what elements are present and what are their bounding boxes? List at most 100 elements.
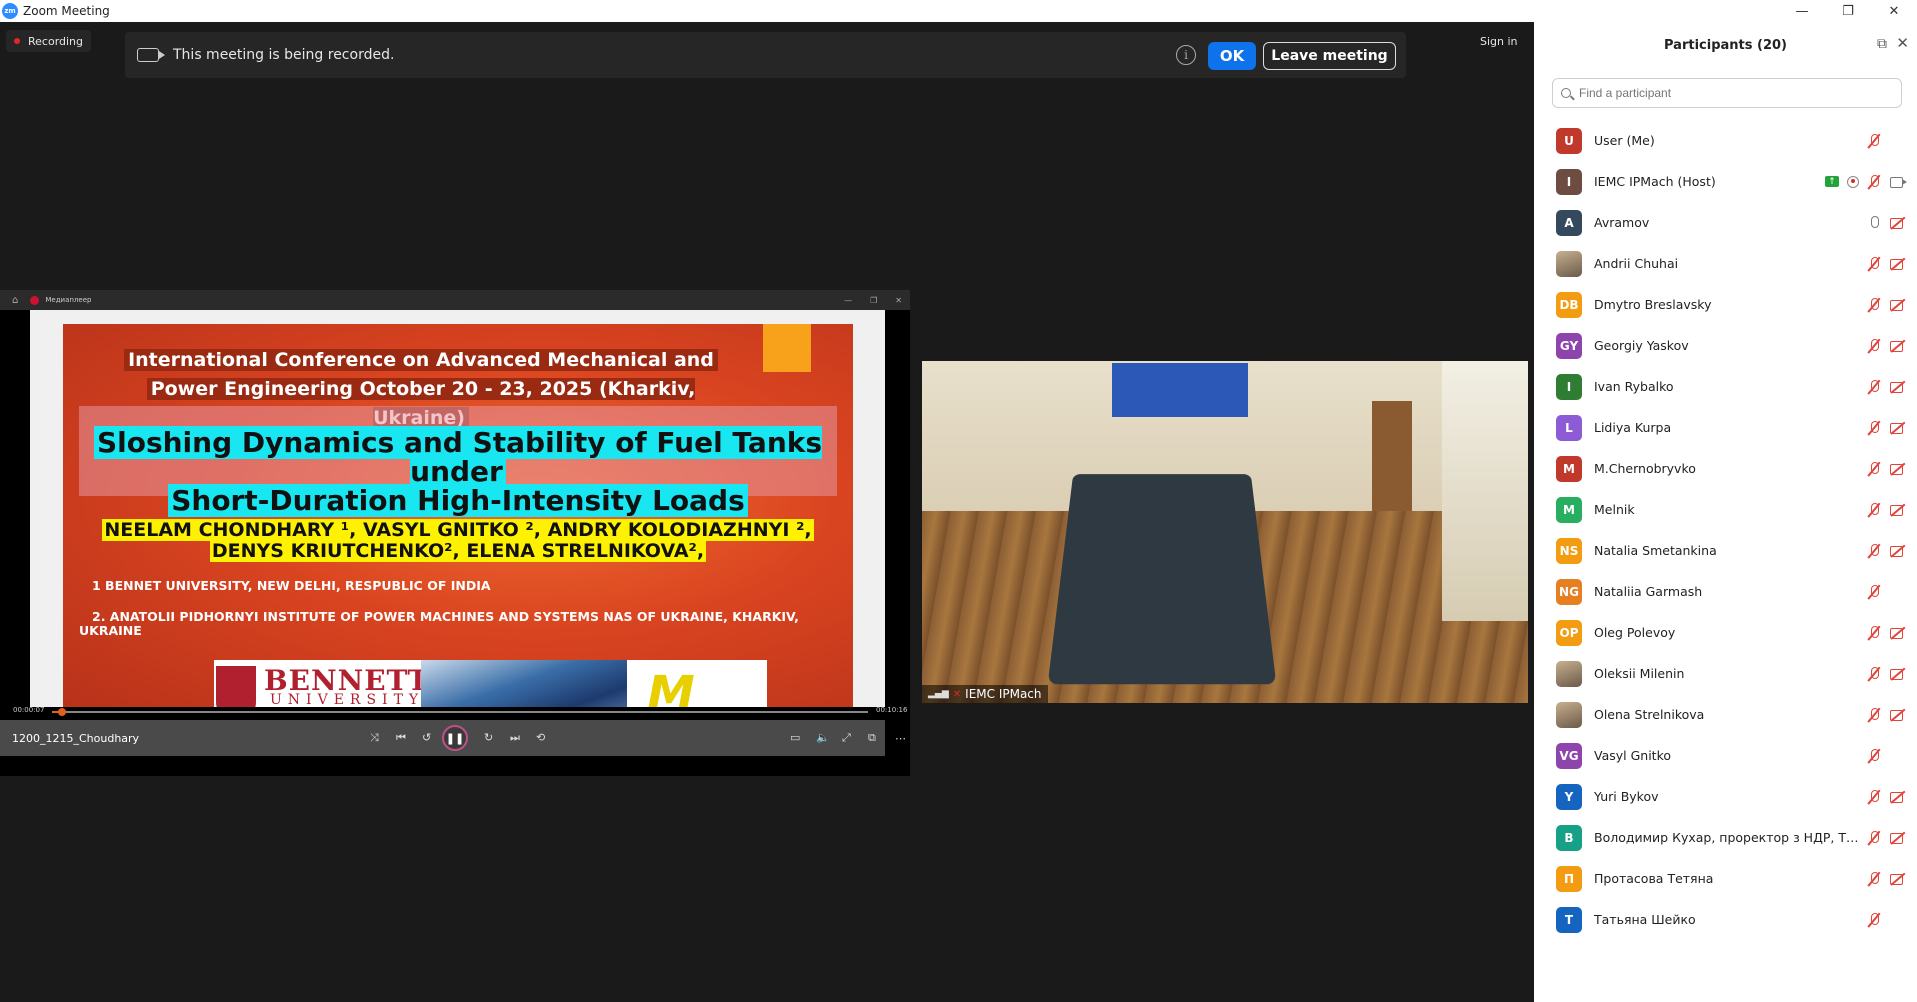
miniplayer-icon[interactable]: ⧉ xyxy=(868,731,876,745)
mic-muted-icon[interactable] xyxy=(1867,830,1881,846)
leave-meeting-button[interactable]: Leave meeting xyxy=(1263,42,1396,70)
participant-row[interactable]: M M.Chernobryvko xyxy=(1534,448,1917,489)
participant-row[interactable]: Olena Strelnikova xyxy=(1534,694,1917,735)
video-off-icon[interactable] xyxy=(1889,503,1907,517)
mic-muted-icon[interactable] xyxy=(1867,133,1881,149)
video-off-icon[interactable] xyxy=(1889,380,1907,394)
video-off-icon[interactable] xyxy=(1889,708,1907,722)
forward-icon[interactable]: ↻ xyxy=(484,731,493,744)
video-off-icon[interactable] xyxy=(1889,257,1907,271)
rewind-icon[interactable]: ↺ xyxy=(422,731,431,744)
player-close-icon[interactable]: ✕ xyxy=(895,296,902,305)
participant-row[interactable]: I IEMC IPMach (Host) ↑ xyxy=(1534,161,1917,202)
mic-icon[interactable] xyxy=(1867,215,1881,231)
participant-name: Olena Strelnikova xyxy=(1594,707,1705,722)
participant-name: Володимир Кухар, проректор з НДР, ТОВ ..… xyxy=(1594,830,1864,845)
participant-row[interactable]: NS Natalia Smetankina xyxy=(1534,530,1917,571)
authors: NEELAM CHONDHARY ¹, VASYL GNITKO ², ANDR… xyxy=(63,519,853,562)
video-off-icon[interactable] xyxy=(1889,544,1907,558)
participant-row[interactable]: DB Dmytro Breslavsky xyxy=(1534,284,1917,325)
shared-screen: ⌂ Медиаплеер — ❐ ✕ International Confere… xyxy=(0,290,910,776)
pause-button[interactable]: ❚❚ xyxy=(442,725,468,751)
close-button[interactable]: ✕ xyxy=(1871,0,1917,22)
participant-row[interactable]: NG Nataliia Garmash xyxy=(1534,571,1917,612)
fullscreen-icon[interactable]: ⤢ xyxy=(842,731,851,745)
mic-muted-icon[interactable] xyxy=(1867,625,1881,641)
participant-search-input[interactable] xyxy=(1579,86,1879,100)
participant-row[interactable]: OP Oleg Polevoy xyxy=(1534,612,1917,653)
participant-status-icons xyxy=(1867,543,1907,559)
player-minimize-icon[interactable]: — xyxy=(844,296,852,305)
recording-indicator[interactable]: Recording xyxy=(6,30,92,52)
mic-muted-icon[interactable] xyxy=(1867,420,1881,436)
avatar: Т xyxy=(1556,906,1582,933)
sign-in-link[interactable]: Sign in xyxy=(1480,35,1518,48)
mic-muted-icon[interactable] xyxy=(1867,871,1881,887)
mic-muted-icon[interactable] xyxy=(1867,297,1881,313)
video-off-icon[interactable] xyxy=(1889,298,1907,312)
participant-name: Georgiy Yaskov xyxy=(1594,338,1689,353)
video-off-icon[interactable] xyxy=(1889,790,1907,804)
participant-row[interactable]: Oleksii Milenin xyxy=(1534,653,1917,694)
video-off-icon[interactable] xyxy=(1889,626,1907,640)
avatar: Y xyxy=(1556,783,1582,810)
authors-line1: NEELAM CHONDHARY ¹, VASYL GNITKO ², ANDR… xyxy=(102,519,814,541)
mic-muted-icon[interactable] xyxy=(1867,584,1881,600)
mic-muted-icon[interactable] xyxy=(1867,912,1881,928)
player-restore-icon[interactable]: ❐ xyxy=(870,296,877,305)
close-panel-icon[interactable]: ✕ xyxy=(1896,34,1909,52)
video-camera-icon[interactable] xyxy=(1889,175,1907,189)
shuffle-icon[interactable]: ⤨ xyxy=(370,731,379,745)
video-off-icon[interactable] xyxy=(1889,667,1907,681)
video-off-icon[interactable] xyxy=(1889,872,1907,886)
mic-muted-icon[interactable] xyxy=(1867,256,1881,272)
participant-row[interactable]: M Melnik xyxy=(1534,489,1917,530)
mic-muted-icon[interactable] xyxy=(1867,543,1881,559)
seek-handle[interactable] xyxy=(57,708,66,716)
participant-row[interactable]: Y Yuri Bykov xyxy=(1534,776,1917,817)
participant-row[interactable]: I Ivan Rybalko xyxy=(1534,366,1917,407)
participant-name: Oleg Polevoy xyxy=(1594,625,1676,640)
participant-row[interactable]: A Avramov xyxy=(1534,202,1917,243)
mic-muted-icon[interactable] xyxy=(1867,338,1881,354)
participant-status-icons xyxy=(1867,666,1907,682)
mic-muted-icon[interactable] xyxy=(1867,666,1881,682)
subtitles-icon[interactable]: ▭ xyxy=(790,731,800,744)
avatar xyxy=(1556,250,1582,277)
volume-icon[interactable]: 🔈 xyxy=(816,731,830,744)
participant-name: Ivan Rybalko xyxy=(1594,379,1674,394)
more-options-icon[interactable]: ⋯ xyxy=(895,732,906,745)
minimize-button[interactable]: — xyxy=(1779,0,1825,22)
repeat-icon[interactable]: ⟲ xyxy=(536,731,545,744)
mic-muted-icon[interactable] xyxy=(1867,461,1881,477)
next-icon[interactable]: ⏭ xyxy=(510,731,520,745)
participant-status-icons xyxy=(1867,871,1907,887)
mic-muted-icon[interactable] xyxy=(1867,174,1881,190)
participant-row[interactable]: VG Vasyl Gnitko xyxy=(1534,735,1917,776)
participant-row[interactable]: L Lidiya Kurpa xyxy=(1534,407,1917,448)
participant-row[interactable]: П Протасова Тетяна xyxy=(1534,858,1917,899)
restore-button[interactable]: ❐ xyxy=(1825,0,1871,22)
participant-row[interactable]: Andrii Chuhai xyxy=(1534,243,1917,284)
mic-muted-icon[interactable] xyxy=(1867,502,1881,518)
participant-row[interactable]: В Володимир Кухар, проректор з НДР, ТОВ .… xyxy=(1534,817,1917,858)
mic-muted-icon[interactable] xyxy=(1867,707,1881,723)
video-off-icon[interactable] xyxy=(1889,831,1907,845)
participant-row[interactable]: GY Georgiy Yaskov xyxy=(1534,325,1917,366)
video-off-icon[interactable] xyxy=(1889,216,1907,230)
mic-muted-icon[interactable] xyxy=(1867,789,1881,805)
popout-icon[interactable]: ⧉ xyxy=(1877,36,1887,52)
previous-icon[interactable]: ⏮ xyxy=(396,731,406,745)
seek-bar[interactable] xyxy=(52,708,868,716)
video-off-icon[interactable] xyxy=(1889,339,1907,353)
home-icon[interactable]: ⌂ xyxy=(12,295,18,306)
mic-muted-icon[interactable] xyxy=(1867,748,1881,764)
video-tile[interactable]: ▂▄▆ ✕ IEMC IPMach xyxy=(922,361,1528,703)
info-icon[interactable]: i xyxy=(1176,45,1196,65)
video-off-icon[interactable] xyxy=(1889,421,1907,435)
participant-row[interactable]: U User (Me) xyxy=(1534,120,1917,161)
video-off-icon[interactable] xyxy=(1889,462,1907,476)
mic-muted-icon[interactable] xyxy=(1867,379,1881,395)
ok-button[interactable]: OK xyxy=(1208,42,1256,70)
participant-row[interactable]: Т Татьяна Шейко xyxy=(1534,899,1917,940)
